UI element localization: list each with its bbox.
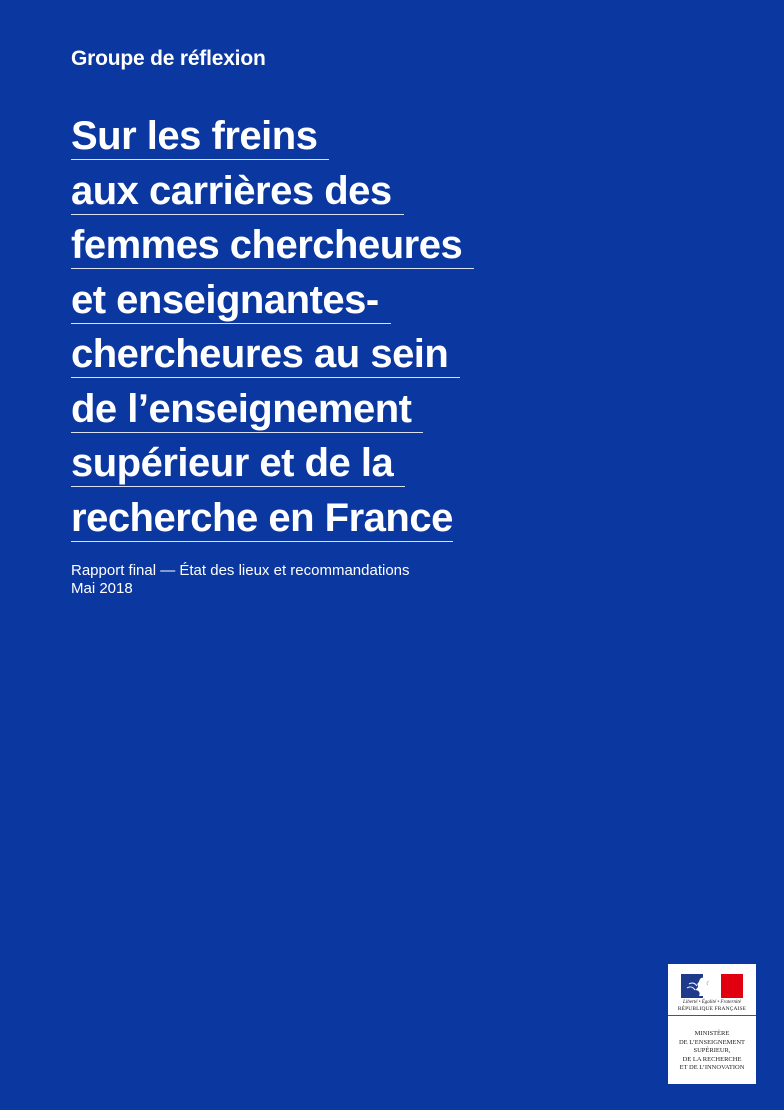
- report-subtitle: Rapport final — État des lieux et recomm…: [71, 562, 410, 598]
- report-date: Mai 2018: [71, 580, 133, 597]
- title-line: Sur les freins: [71, 113, 474, 168]
- title-line: supérieur et de la: [71, 440, 474, 495]
- title-line: de l’enseignement: [71, 386, 474, 441]
- kicker-label: Groupe de réflexion: [71, 47, 266, 70]
- title-line: recherche en France: [71, 495, 453, 542]
- title-line: chercheures au sein: [71, 331, 474, 386]
- ministry-name: MINISTÈRE DE L’ENSEIGNEMENT SUPÉRIEUR, D…: [678, 1030, 745, 1071]
- marianne-flag-icon: [681, 974, 743, 998]
- report-description: Rapport final — État des lieux et recomm…: [71, 562, 410, 579]
- republic-text: RÉPUBLIQUE FRANÇAISE: [677, 1006, 747, 1012]
- logo-divider: [668, 1015, 756, 1016]
- ministry-logo: Liberté • Égalité • Fraternité RÉPUBLIQU…: [668, 964, 756, 1084]
- title-line: femmes chercheures: [71, 222, 475, 277]
- report-title: Sur les freins aux carrières des femmes …: [71, 113, 475, 549]
- title-line: aux carrières des: [71, 168, 474, 223]
- title-line: et enseignantes-: [71, 277, 474, 332]
